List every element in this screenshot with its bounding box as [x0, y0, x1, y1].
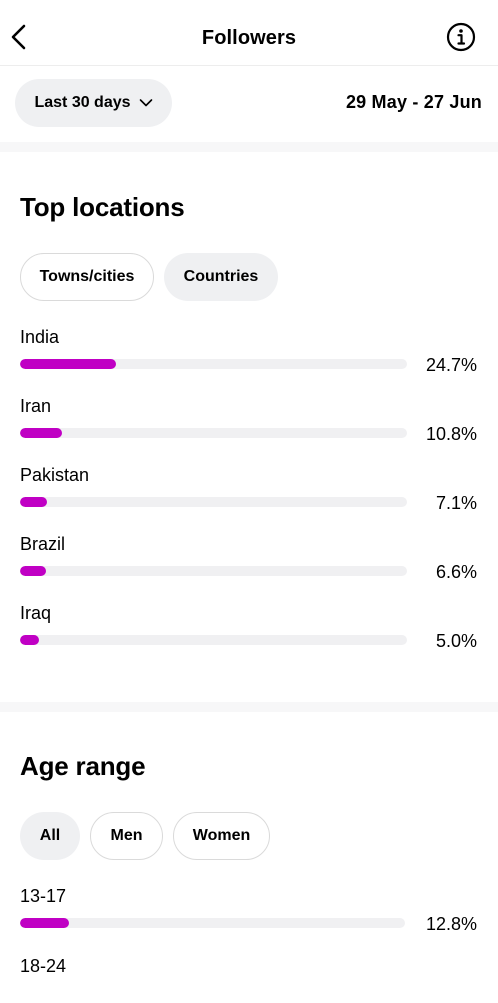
- tab-towns-cities[interactable]: Towns/cities: [20, 253, 154, 301]
- location-label: Brazil: [20, 534, 66, 554]
- tab-men-label: Men: [110, 827, 143, 844]
- location-bar-track: [20, 497, 407, 507]
- location-bar-track: [20, 635, 407, 645]
- age-percent: 12.8%: [425, 914, 477, 934]
- date-range-dropdown-label: Last 30 days: [34, 94, 131, 111]
- location-bar-fill: [20, 428, 62, 438]
- age-label: 18-24: [20, 956, 67, 976]
- location-label: Iraq: [20, 603, 52, 623]
- location-bar-fill: [20, 359, 116, 369]
- location-label: Pakistan: [20, 465, 90, 485]
- tab-all[interactable]: All: [20, 812, 80, 860]
- section-divider: [0, 702, 498, 712]
- tab-countries-label: Countries: [183, 268, 259, 285]
- location-label: India: [20, 327, 60, 347]
- location-bar-fill: [20, 635, 40, 645]
- age-range-title: Age range: [20, 751, 146, 781]
- tab-women-label: Women: [192, 827, 251, 844]
- chevron-down-icon: [139, 99, 152, 107]
- location-bar-fill: [20, 497, 48, 507]
- page-title: Followers: [201, 27, 297, 49]
- location-percent: 7.1%: [435, 493, 477, 513]
- location-bar-track: [20, 359, 407, 369]
- location-bar-fill: [20, 566, 46, 576]
- location-label: Iran: [20, 396, 52, 416]
- top-locations-title: Top locations: [20, 192, 185, 222]
- section-divider: [0, 142, 498, 152]
- header-bar: Followers: [0, 0, 498, 66]
- info-icon[interactable]: [446, 22, 476, 52]
- location-bar-track: [20, 428, 407, 438]
- location-percent: 10.8%: [425, 424, 477, 444]
- date-range-dropdown[interactable]: Last 30 days: [15, 79, 172, 127]
- tab-women[interactable]: Women: [173, 812, 270, 860]
- location-percent: 6.6%: [435, 562, 477, 582]
- location-percent: 5.0%: [435, 631, 477, 651]
- location-bar-track: [20, 566, 407, 576]
- age-bar-fill: [20, 918, 70, 928]
- tab-towns-cities-label: Towns/cities: [39, 268, 135, 285]
- tab-all-label: All: [39, 827, 61, 844]
- tab-men[interactable]: Men: [90, 812, 163, 860]
- date-range-text: 29 May - 27 Jun: [345, 92, 482, 112]
- location-percent: 24.7%: [425, 355, 477, 375]
- age-bar-track: [20, 918, 405, 928]
- age-label: 13-17: [20, 886, 67, 906]
- tab-countries[interactable]: Countries: [164, 253, 278, 301]
